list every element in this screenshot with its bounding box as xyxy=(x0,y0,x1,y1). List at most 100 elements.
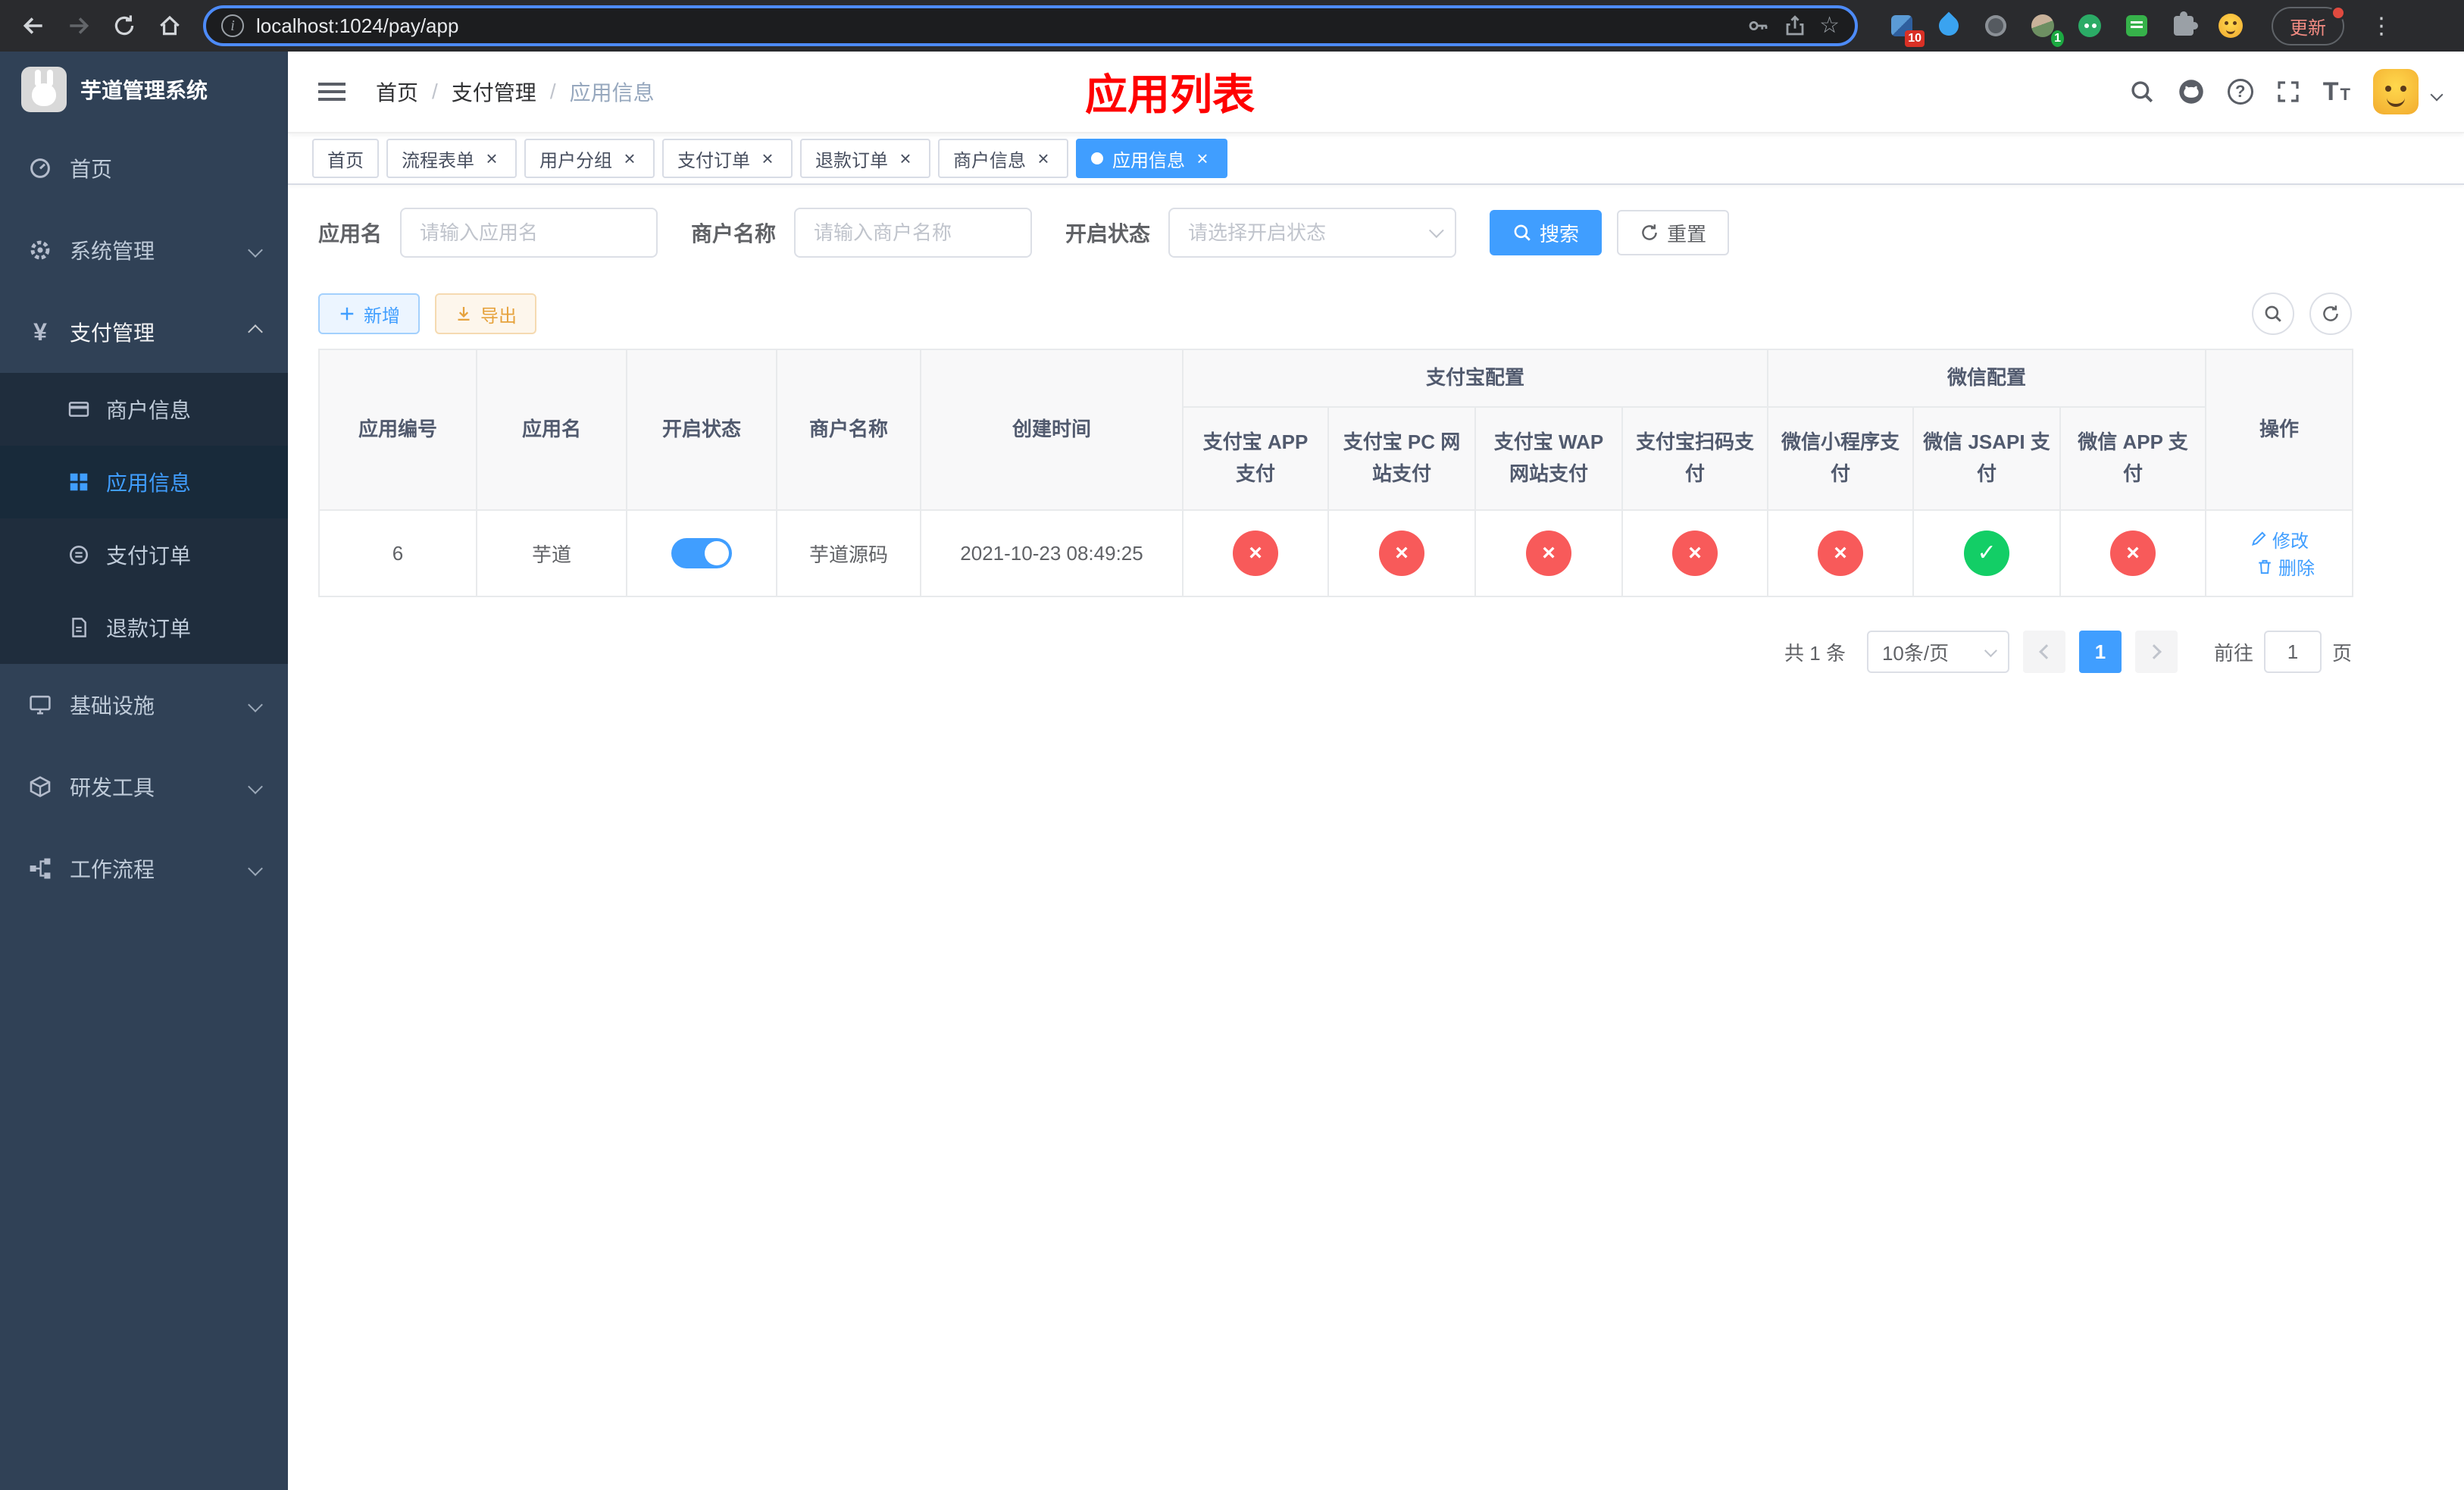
cell-wx-lite: × xyxy=(1767,509,1915,597)
hamburger-icon[interactable] xyxy=(318,90,346,93)
tab-app-info[interactable]: 应用信息 × xyxy=(1076,139,1227,178)
sidebar-item-app-info[interactable]: 应用信息 xyxy=(0,446,288,518)
help-icon[interactable]: ? xyxy=(2227,79,2253,105)
page-number-button[interactable]: 1 xyxy=(2078,631,2122,673)
status-cross-icon: × xyxy=(1379,531,1424,576)
browser-update-button[interactable]: 更新 xyxy=(2272,5,2346,45)
chevron-down-icon xyxy=(1984,644,1997,658)
help-glyph: ? xyxy=(2235,82,2246,101)
sidebar-item-infrastructure[interactable]: 基础设施 xyxy=(0,664,288,746)
reset-button-label: 重置 xyxy=(1667,222,1707,246)
search-icon[interactable] xyxy=(2129,79,2155,105)
share-icon[interactable] xyxy=(1783,14,1807,38)
browser-forward-button[interactable] xyxy=(61,8,97,44)
cell-alipay-app: × xyxy=(1182,509,1329,597)
tab-home[interactable]: 首页 xyxy=(312,139,379,178)
status-select[interactable] xyxy=(1168,208,1457,258)
reset-button[interactable]: 重置 xyxy=(1617,210,1730,255)
next-page-button[interactable] xyxy=(2134,631,2178,673)
extension-badge: 10 xyxy=(1905,30,1925,47)
browser-reload-button[interactable] xyxy=(106,8,142,44)
extension-icon-1[interactable]: 10 xyxy=(1885,9,1925,47)
close-icon[interactable]: × xyxy=(758,149,777,168)
sidebar-item-system[interactable]: 系统管理 xyxy=(0,209,288,291)
breadcrumb-payment[interactable]: 支付管理 xyxy=(452,77,536,107)
extension-icon-6[interactable] xyxy=(2120,9,2153,42)
breadcrumb-home[interactable]: 首页 xyxy=(376,77,418,107)
status-toggle[interactable] xyxy=(671,538,732,568)
app-name-input[interactable] xyxy=(400,208,658,258)
sidebar-logo[interactable]: 芋道管理系统 xyxy=(0,52,288,127)
chevron-right-icon xyxy=(2147,644,2162,659)
tab-refund-order[interactable]: 退款订单 × xyxy=(800,139,930,178)
col-alipay-qr: 支付宝扫码支付 xyxy=(1621,406,1769,511)
avatar-ext-icon xyxy=(2031,14,2054,37)
chevron-up-icon xyxy=(248,324,263,340)
search-button[interactable]: 搜索 xyxy=(1490,210,1603,255)
close-icon[interactable]: × xyxy=(896,149,915,168)
navbar-actions: ? TT xyxy=(2129,69,2444,114)
tab-merchant-info[interactable]: 商户信息 × xyxy=(938,139,1068,178)
fullscreen-icon[interactable] xyxy=(2276,80,2300,104)
menu-label: 工作流程 xyxy=(70,858,155,881)
sidebar-item-payment[interactable]: ¥ 支付管理 xyxy=(0,291,288,373)
browser-home-button[interactable] xyxy=(152,8,188,44)
refresh-table-button[interactable] xyxy=(2309,293,2352,335)
url-text[interactable]: localhost:1024/pay/app xyxy=(256,14,458,38)
close-icon[interactable]: × xyxy=(1193,149,1212,168)
password-key-icon[interactable] xyxy=(1746,14,1771,38)
avatar-caret-icon[interactable] xyxy=(2430,88,2444,102)
close-icon[interactable]: × xyxy=(482,149,502,168)
sidebar-item-workflow[interactable]: 工作流程 xyxy=(0,828,288,909)
export-button[interactable]: 导出 xyxy=(435,293,536,334)
site-info-icon[interactable]: i xyxy=(221,14,244,37)
sidebar-item-home[interactable]: 首页 xyxy=(0,127,288,209)
status-cross-icon: × xyxy=(2110,531,2156,576)
github-icon[interactable] xyxy=(2178,78,2205,105)
sidebar-item-refund-order[interactable]: 退款订单 xyxy=(0,591,288,664)
goto-page-input[interactable] xyxy=(2263,631,2322,673)
cell-status xyxy=(626,509,777,597)
edit-link[interactable]: 修改 xyxy=(2250,526,2309,552)
table-toolbar: 新增 导出 xyxy=(318,293,2352,335)
tab-process-form[interactable]: 流程表单 × xyxy=(386,139,517,178)
document-icon xyxy=(67,616,91,639)
merchant-name-label: 商户名称 xyxy=(691,222,777,246)
breadcrumb-separator: / xyxy=(549,80,556,103)
tab-user-group[interactable]: 用户分组 × xyxy=(524,139,655,178)
filter-form: 应用名 商户名称 开启状态 xyxy=(318,208,2352,258)
wechat-icon xyxy=(2078,14,2101,37)
app-title: 芋道管理系统 xyxy=(80,79,208,102)
font-size-icon[interactable]: TT xyxy=(2323,79,2350,105)
extensions-puzzle-icon[interactable] xyxy=(2167,9,2200,42)
toggle-search-button[interactable] xyxy=(2252,293,2294,335)
sidebar-item-pay-order[interactable]: 支付订单 xyxy=(0,518,288,591)
browser-back-button[interactable] xyxy=(15,8,52,44)
delete-link[interactable]: 删除 xyxy=(2256,553,2315,580)
extension-icon-4[interactable]: 1 xyxy=(2026,9,2064,47)
close-icon[interactable]: × xyxy=(620,149,639,168)
extension-icon-2[interactable] xyxy=(1932,9,1965,42)
tab-label: 退款订单 xyxy=(815,150,888,171)
menu-label: 退款订单 xyxy=(106,617,192,640)
prev-page-button[interactable] xyxy=(2022,631,2065,673)
puzzle-icon xyxy=(2174,11,2198,36)
sidebar-item-dev-tools[interactable]: 研发工具 xyxy=(0,746,288,828)
user-avatar[interactable] xyxy=(2373,69,2419,114)
close-icon[interactable]: × xyxy=(1033,149,1053,168)
chevron-left-icon xyxy=(2039,644,2054,659)
cell-wx-jsapi: ✓ xyxy=(1912,509,2062,597)
bookmark-star-icon[interactable]: ☆ xyxy=(1819,14,1840,37)
extension-icon-3[interactable] xyxy=(1979,9,2012,42)
browser-menu-icon[interactable]: ⋮ xyxy=(2366,13,2397,39)
extension-icon-5[interactable] xyxy=(2073,9,2106,42)
address-bar[interactable]: i localhost:1024/pay/app ☆ xyxy=(203,5,1858,46)
merchant-name-input[interactable] xyxy=(794,208,1033,258)
add-button[interactable]: 新增 xyxy=(318,293,420,334)
page-size-select[interactable]: 10条/页 xyxy=(1866,631,2009,673)
tab-pay-order[interactable]: 支付订单 × xyxy=(662,139,793,178)
cell-alipay-wap: × xyxy=(1474,509,1623,597)
browser-profile-avatar[interactable] xyxy=(2214,9,2247,42)
sidebar-item-merchant-info[interactable]: 商户信息 xyxy=(0,373,288,446)
edit-label: 修改 xyxy=(2272,531,2309,552)
